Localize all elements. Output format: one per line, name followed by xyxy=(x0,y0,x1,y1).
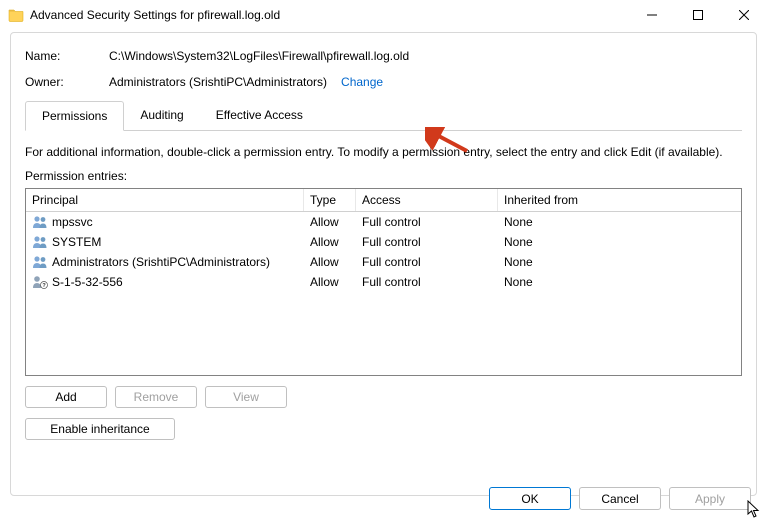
window-title: Advanced Security Settings for pfirewall… xyxy=(30,8,629,22)
principal-text: S-1-5-32-556 xyxy=(52,275,123,289)
tabs: Permissions Auditing Effective Access xyxy=(25,101,742,131)
dialog-footer: OK Cancel Apply xyxy=(489,487,751,510)
principal-text: SYSTEM xyxy=(52,235,101,249)
column-inherited[interactable]: Inherited from xyxy=(498,189,741,211)
principal-text: mpssvc xyxy=(52,215,93,229)
apply-button[interactable]: Apply xyxy=(669,487,751,510)
access-cell: Full control xyxy=(356,273,498,291)
access-cell: Full control xyxy=(356,233,498,251)
type-cell: Allow xyxy=(304,233,356,251)
table-header: Principal Type Access Inherited from xyxy=(26,189,741,212)
type-cell: Allow xyxy=(304,273,356,291)
type-cell: Allow xyxy=(304,253,356,271)
access-cell: Full control xyxy=(356,213,498,231)
tab-auditing[interactable]: Auditing xyxy=(124,101,199,130)
enable-inheritance-button[interactable]: Enable inheritance xyxy=(25,418,175,440)
cancel-button[interactable]: Cancel xyxy=(579,487,661,510)
inherited-cell: None xyxy=(498,213,741,231)
ok-button[interactable]: OK xyxy=(489,487,571,510)
name-value: C:\Windows\System32\LogFiles\Firewall\pf… xyxy=(109,49,409,63)
folder-icon xyxy=(8,8,24,22)
add-button[interactable]: Add xyxy=(25,386,107,408)
principal-text: Administrators (SrishtiPC\Administrators… xyxy=(52,255,270,269)
principal-icon xyxy=(32,215,48,229)
inherited-cell: None xyxy=(498,253,741,271)
view-button[interactable]: View xyxy=(205,386,287,408)
access-cell: Full control xyxy=(356,253,498,271)
principal-icon: ? xyxy=(32,275,48,289)
minimize-button[interactable] xyxy=(629,0,675,30)
permissions-table: Principal Type Access Inherited from mps… xyxy=(25,188,742,376)
name-label: Name: xyxy=(25,49,109,63)
type-cell: Allow xyxy=(304,213,356,231)
table-row[interactable]: SYSTEM AllowFull controlNone xyxy=(26,232,741,252)
info-text: For additional information, double-click… xyxy=(25,145,742,159)
mouse-cursor-icon xyxy=(747,500,761,518)
entries-label: Permission entries: xyxy=(25,169,742,183)
main-panel: Name: C:\Windows\System32\LogFiles\Firew… xyxy=(10,32,757,496)
table-row[interactable]: mpssvc AllowFull controlNone xyxy=(26,212,741,232)
remove-button[interactable]: Remove xyxy=(115,386,197,408)
change-owner-link[interactable]: Change xyxy=(341,75,383,89)
window-titlebar: Advanced Security Settings for pfirewall… xyxy=(0,0,767,30)
close-button[interactable] xyxy=(721,0,767,30)
column-principal[interactable]: Principal xyxy=(26,189,304,211)
table-row[interactable]: ? S-1-5-32-556 AllowFull controlNone xyxy=(26,272,741,292)
maximize-button[interactable] xyxy=(675,0,721,30)
principal-icon xyxy=(32,235,48,249)
owner-label: Owner: xyxy=(25,75,109,89)
inherited-cell: None xyxy=(498,273,741,291)
inherited-cell: None xyxy=(498,233,741,251)
column-access[interactable]: Access xyxy=(356,189,498,211)
owner-value: Administrators (SrishtiPC\Administrators… xyxy=(109,75,327,89)
table-row[interactable]: Administrators (SrishtiPC\Administrators… xyxy=(26,252,741,272)
tab-effective-access[interactable]: Effective Access xyxy=(200,101,319,130)
principal-icon xyxy=(32,255,48,269)
column-type[interactable]: Type xyxy=(304,189,356,211)
tab-permissions[interactable]: Permissions xyxy=(25,101,124,131)
